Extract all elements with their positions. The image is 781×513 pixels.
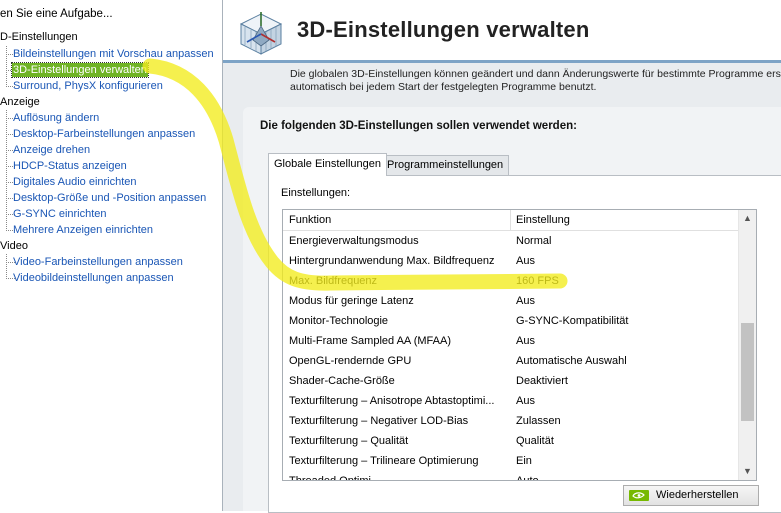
function-cell: Threaded Optimi... (289, 475, 381, 481)
settings-label: Einstellungen: (281, 187, 351, 199)
restore-button[interactable]: Wiederherstellen (623, 485, 759, 506)
table-row[interactable]: Texturfilterung – Anisotrope Abtastoptim… (283, 392, 739, 412)
main-content: 3D-Einstellungen verwalten Die globalen … (223, 0, 781, 513)
banner-divider (223, 60, 781, 63)
nvidia-logo-icon (629, 490, 649, 501)
sidebar-item[interactable]: Desktop-Farbeinstellungen anpassen (12, 127, 196, 141)
setting-cell[interactable]: Ein (516, 455, 731, 467)
table-row[interactable]: Monitor-Technologie G-SYNC-Kompatibilität (283, 312, 739, 332)
table-row[interactable]: Energieverwaltungsmodus Normal (283, 232, 739, 252)
table-row[interactable]: Shader-Cache-Größe Deaktiviert (283, 372, 739, 392)
table-row[interactable]: Texturfilterung – Qualität Qualität (283, 432, 739, 452)
vertical-scrollbar[interactable]: ▲ ▼ (738, 210, 756, 480)
sidebar-item[interactable]: Anzeige drehen (12, 143, 91, 157)
sidebar-item[interactable]: Bildeinstellungen mit Vorschau anpassen (12, 47, 215, 61)
table-header: Funktion Einstellung (283, 210, 739, 231)
description-line: Die globalen 3D-Einstellungen können geä… (290, 68, 781, 80)
sidebar-item[interactable]: Surround, PhysX konfigurieren (12, 79, 164, 93)
setting-cell[interactable]: Deaktiviert (516, 375, 731, 387)
settings-panel: Die folgenden 3D-Einstellungen sollen ve… (243, 107, 781, 513)
page-title: 3D-Einstellungen verwalten (297, 17, 590, 42)
setting-cell[interactable]: Zulassen (516, 415, 731, 427)
function-cell: Energieverwaltungsmodus (289, 235, 419, 247)
function-cell: Texturfilterung – Anisotrope Abtastoptim… (289, 395, 495, 407)
table-row[interactable]: Texturfilterung – Trilineare Optimierung… (283, 452, 739, 472)
function-cell: Modus für geringe Latenz (289, 295, 414, 307)
setting-cell[interactable]: Automatische Auswahl (516, 355, 731, 367)
setting-cell[interactable]: G-SYNC-Kompatibilität (516, 315, 731, 327)
sidebar-item[interactable]: Videobildeinstellungen anpassen (12, 271, 175, 285)
page-description: Die globalen 3D-Einstellungen können geä… (290, 68, 781, 94)
function-cell: Texturfilterung – Qualität (289, 435, 409, 447)
tree-guide (6, 46, 7, 87)
setting-cell[interactable]: Aus (516, 335, 731, 347)
table-row[interactable]: Modus für geringe Latenz Aus (283, 292, 739, 312)
tab-program-settings[interactable]: Programmeinstellungen (381, 155, 510, 175)
task-pane: en Sie eine Aufgabe... D-Einstellungen Bi… (0, 0, 223, 511)
setting-cell[interactable]: Aus (516, 255, 731, 267)
sidebar-item[interactable]: Digitales Audio einrichten (12, 175, 138, 189)
panel-heading: Die folgenden 3D-Einstellungen sollen ve… (260, 120, 577, 132)
tab-body: Einstellungen: Funktion Einstellung Ener… (268, 175, 781, 513)
function-cell: Max. Bildfrequenz (289, 275, 378, 287)
chevron-up-icon[interactable]: ▲ (739, 210, 756, 227)
function-cell: Texturfilterung – Negativer LOD-Bias (289, 415, 469, 427)
tree-category[interactable]: Video (0, 240, 28, 252)
column-header-setting[interactable]: Einstellung (516, 214, 570, 226)
setting-cell[interactable]: Aus (516, 395, 731, 407)
tab-global-settings[interactable]: Globale Einstellungen (268, 153, 388, 176)
sidebar-item[interactable]: Auflösung ändern (12, 111, 100, 125)
chevron-down-icon[interactable]: ▼ (739, 463, 756, 480)
settings-table[interactable]: Funktion Einstellung Energieverwaltungsm… (282, 209, 757, 481)
tree-category[interactable]: Anzeige (0, 96, 40, 108)
description-line: automatisch bei jedem Start der festgele… (290, 81, 597, 93)
sidebar-item[interactable]: Video-Farbeinstellungen anpassen (12, 255, 184, 269)
setting-cell[interactable]: Aus (516, 295, 731, 307)
setting-cell[interactable]: 160 FPS (516, 275, 731, 287)
page-banner: 3D-Einstellungen verwalten (223, 0, 781, 60)
table-row[interactable]: Hintergrundanwendung Max. Bildfrequenz Au… (283, 252, 739, 272)
function-cell: Shader-Cache-Größe (289, 375, 395, 387)
task-pane-header: en Sie eine Aufgabe... (0, 8, 113, 20)
function-cell: Hintergrundanwendung Max. Bildfrequenz (289, 255, 495, 267)
table-row[interactable]: Texturfilterung – Negativer LOD-Bias Zula… (283, 412, 739, 432)
table-row[interactable]: Multi-Frame Sampled AA (MFAA) Aus (283, 332, 739, 352)
sidebar-item[interactable]: Mehrere Anzeigen einrichten (12, 223, 154, 237)
setting-cell[interactable]: Qualität (516, 435, 731, 447)
sidebar-item[interactable]: HDCP-Status anzeigen (12, 159, 128, 173)
tree-guide (6, 110, 7, 231)
sidebar-item[interactable]: Desktop-Größe und -Position anpassen (12, 191, 207, 205)
column-header-function[interactable]: Funktion (289, 214, 331, 226)
sidebar-item[interactable]: 3D-Einstellungen verwalten (11, 62, 149, 78)
function-cell: Texturfilterung – Trilineare Optimierung (289, 455, 479, 467)
setting-cell[interactable]: Auto (516, 475, 731, 480)
table-row[interactable]: OpenGL-rendernde GPU Automatische Auswahl (283, 352, 739, 372)
function-cell: Monitor-Technologie (289, 315, 389, 327)
table-row[interactable]: Max. Bildfrequenz 160 FPS (283, 272, 739, 292)
table-row[interactable]: Threaded Optimi... Auto (283, 472, 739, 481)
scrollbar-thumb[interactable] (741, 323, 754, 421)
sidebar-item[interactable]: G-SYNC einrichten (12, 207, 108, 221)
setting-cell[interactable]: Normal (516, 235, 731, 247)
tree-guide (6, 254, 7, 279)
function-cell: Multi-Frame Sampled AA (MFAA) (289, 335, 451, 347)
restore-button-label: Wiederherstellen (656, 489, 739, 501)
column-separator[interactable] (510, 210, 511, 230)
cube-3d-icon (239, 12, 283, 55)
function-cell: OpenGL-rendernde GPU (289, 355, 412, 367)
tree-category[interactable]: D-Einstellungen (0, 31, 78, 43)
